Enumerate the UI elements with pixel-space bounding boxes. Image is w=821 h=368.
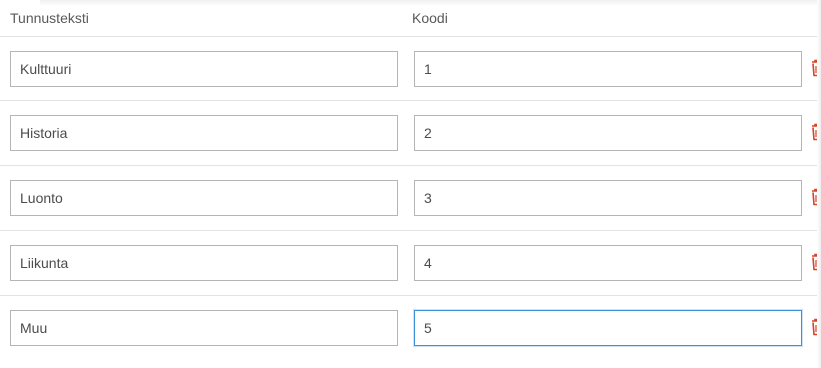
label-input[interactable] xyxy=(10,115,398,151)
label-input[interactable] xyxy=(10,180,398,216)
value-row xyxy=(0,166,821,231)
code-input[interactable] xyxy=(414,51,802,87)
value-row xyxy=(0,296,821,361)
code-input[interactable] xyxy=(414,115,802,151)
value-row xyxy=(0,36,821,101)
value-row xyxy=(0,231,821,296)
label-input[interactable] xyxy=(10,245,398,281)
column-header: Tunnusteksti Koodi xyxy=(10,10,821,34)
label-column-header: Tunnusteksti xyxy=(10,10,89,26)
coded-values-editor: Tunnusteksti Koodi xyxy=(0,0,821,368)
value-rows xyxy=(0,36,821,361)
code-input[interactable] xyxy=(414,180,802,216)
code-column-header: Koodi xyxy=(412,10,448,26)
label-input[interactable] xyxy=(10,51,398,87)
code-input[interactable] xyxy=(414,245,802,281)
top-divider xyxy=(40,0,821,6)
label-input[interactable] xyxy=(10,310,398,346)
code-input-focused[interactable] xyxy=(414,310,802,346)
panel-edge xyxy=(817,0,821,368)
value-row xyxy=(0,101,821,166)
